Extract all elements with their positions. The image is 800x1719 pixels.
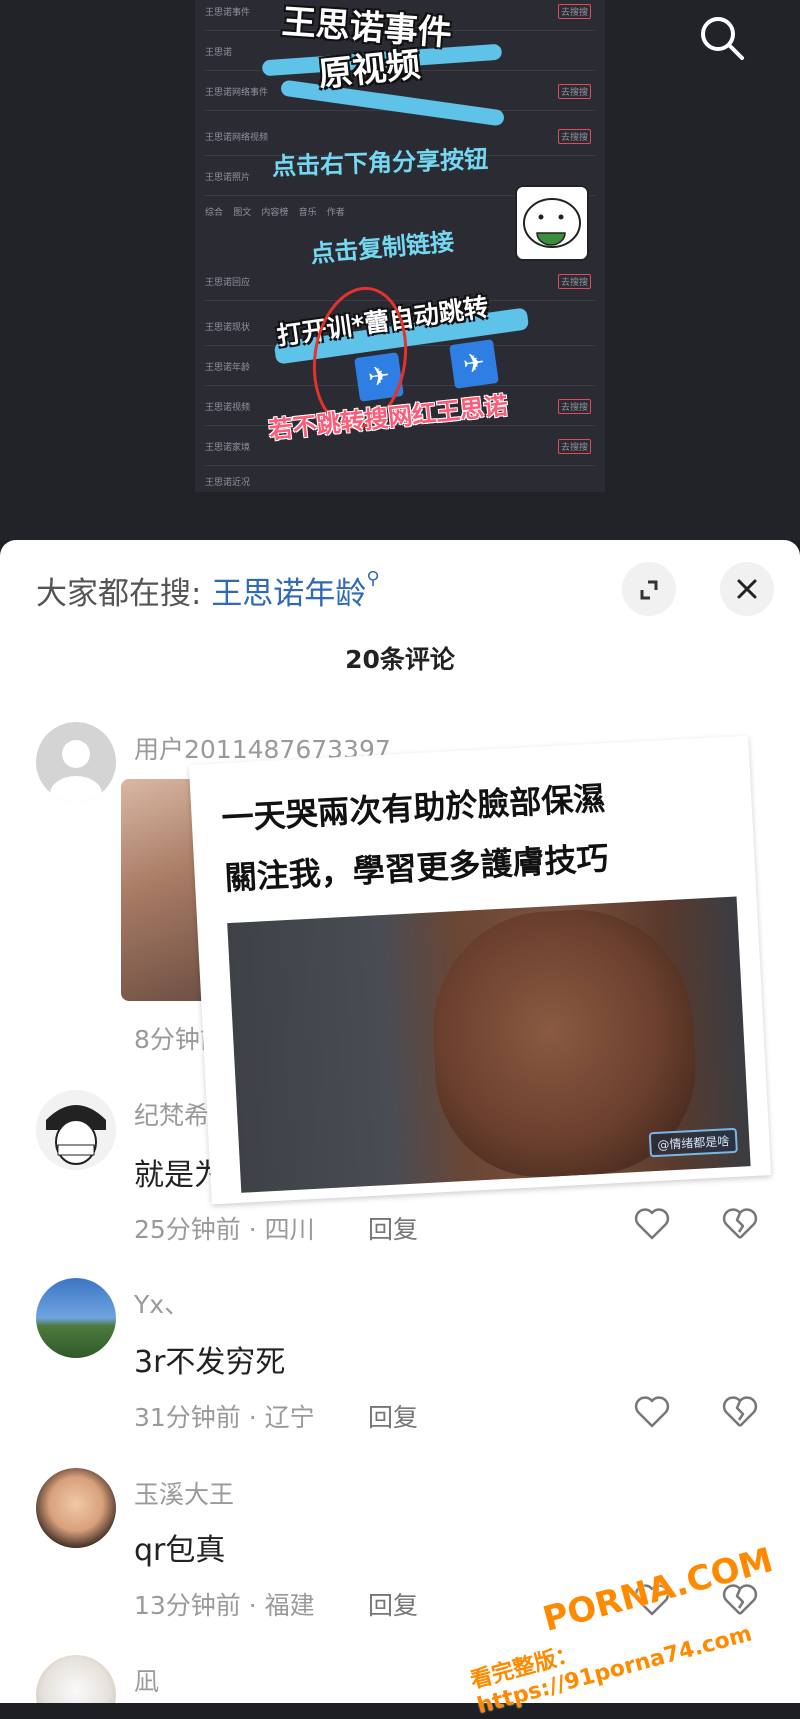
comment-count: 20条评论 bbox=[345, 645, 455, 674]
reply-button[interactable]: 回复 bbox=[368, 1210, 418, 1246]
close-button[interactable] bbox=[720, 562, 774, 616]
search-suggestion-label: 大家都在搜: bbox=[36, 576, 202, 612]
comment-username[interactable]: Yx、 bbox=[134, 1285, 189, 1321]
list-item: 王思诺家境 去搜搜 bbox=[205, 435, 595, 466]
cat-sticker bbox=[515, 185, 589, 261]
comment-username[interactable]: 玉溪大王 bbox=[134, 1475, 234, 1511]
search-small-icon: ⚲ bbox=[366, 568, 380, 589]
meme-image: 一天哭兩次有助於臉部保濕 關注我，學習更多護膚技巧 @情绪都是啥 bbox=[188, 735, 772, 1205]
avatar[interactable] bbox=[36, 1655, 116, 1703]
meme-caption-line1: 一天哭兩次有助於臉部保濕 bbox=[220, 779, 607, 838]
expand-icon bbox=[640, 580, 658, 600]
comment-meta: 13分钟前 · 福建 bbox=[134, 1591, 315, 1620]
broken-heart-icon[interactable] bbox=[720, 1204, 760, 1244]
avatar[interactable] bbox=[36, 1090, 116, 1170]
video-player[interactable]: 王思诺事件 去搜搜 王思诺 王思诺网络事件 去搜搜 王思诺网络视频 去搜搜 王思诺照片… bbox=[0, 0, 800, 540]
avatar[interactable] bbox=[36, 722, 116, 802]
meme-caption-line2: 關注我，學習更多護膚技巧 bbox=[223, 839, 610, 898]
app-bird-icon: ✈ bbox=[449, 339, 499, 389]
search-suggestion[interactable]: 大家都在搜: 王思诺年龄⚲ bbox=[36, 568, 380, 613]
comment-meta: 31分钟前 · 辽宁 bbox=[134, 1403, 315, 1432]
reply-button[interactable]: 回复 bbox=[368, 1586, 418, 1622]
search-icon[interactable] bbox=[694, 10, 750, 66]
expand-button[interactable] bbox=[622, 562, 676, 616]
broken-heart-icon[interactable] bbox=[720, 1392, 760, 1432]
heart-icon[interactable] bbox=[632, 1392, 672, 1432]
comment-text: qr包真 bbox=[134, 1533, 226, 1568]
comment-meta: 25分钟前 · 四川 bbox=[134, 1215, 315, 1244]
meme-photo: @情绪都是啥 bbox=[227, 896, 751, 1193]
avatar[interactable] bbox=[36, 1468, 116, 1548]
avatar[interactable] bbox=[36, 1278, 116, 1358]
search-suggestion-term[interactable]: 王思诺年龄 bbox=[211, 576, 366, 612]
comment-username[interactable]: 凪 bbox=[134, 1662, 159, 1698]
comment-text: 3r不发穷死 bbox=[134, 1345, 286, 1380]
meme-watermark-tag: @情绪都是啥 bbox=[648, 1127, 738, 1158]
comment-username[interactable]: 纪梵希 bbox=[134, 1096, 209, 1132]
close-icon bbox=[737, 579, 757, 599]
reply-button[interactable]: 回复 bbox=[368, 1398, 418, 1434]
list-item: 王思诺近况 bbox=[205, 470, 595, 492]
heart-icon[interactable] bbox=[632, 1204, 672, 1244]
